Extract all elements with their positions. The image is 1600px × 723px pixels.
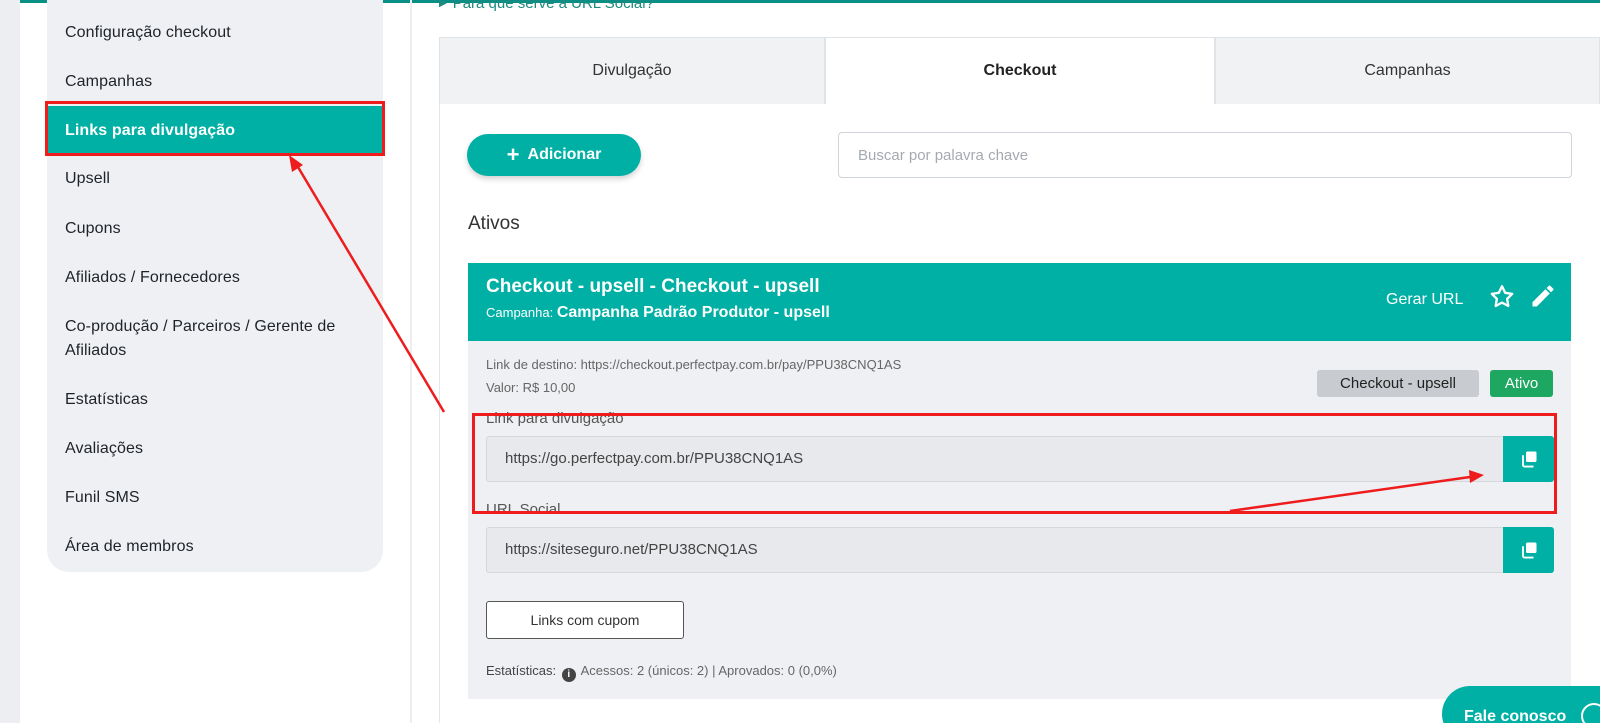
sidebar-item-coproducao[interactable]: Co-produção / Parceiros / Gerente de Afi… bbox=[65, 315, 355, 363]
fale-conosco-label: Fale conosco bbox=[1464, 708, 1567, 723]
stats-line: Estatísticas: i Acessos: 2 (únicos: 2) |… bbox=[486, 663, 837, 682]
sidebar: Configuração checkout Campanhas Links pa… bbox=[47, 0, 383, 572]
sidebar-item-upsell[interactable]: Upsell bbox=[65, 167, 365, 191]
links-com-cupom-button[interactable]: Links com cupom bbox=[486, 601, 684, 639]
card-campaign: Campanha: Campanha Padrão Produtor - ups… bbox=[486, 304, 830, 322]
tab-bar: Divulgação Checkout Campanhas bbox=[439, 37, 1600, 105]
sidebar-item-configuracao-checkout[interactable]: Configuração checkout bbox=[65, 21, 365, 45]
sidebar-item-avaliacoes[interactable]: Avaliações bbox=[65, 437, 365, 461]
link-destino-text: Link de destino: https://checkout.perfec… bbox=[486, 357, 902, 372]
tab-campanhas[interactable]: Campanhas bbox=[1215, 37, 1600, 105]
sidebar-item-funil-sms[interactable]: Funil SMS bbox=[65, 486, 365, 510]
valor-text: Valor: R$ 10,00 bbox=[486, 380, 576, 395]
tab-checkout[interactable]: Checkout bbox=[825, 37, 1215, 105]
info-icon[interactable]: i bbox=[561, 668, 576, 682]
add-button[interactable]: + Adicionar bbox=[467, 134, 641, 176]
star-icon[interactable] bbox=[1488, 283, 1516, 311]
pencil-icon[interactable] bbox=[1529, 282, 1557, 310]
fale-conosco-button[interactable]: Fale conosco bbox=[1442, 686, 1600, 723]
url-social-help-link[interactable]: ▶ Para que serve a URL Social? bbox=[439, 0, 654, 12]
campaign-prefix: Campanha: bbox=[486, 305, 554, 320]
campaign-name: Campanha Padrão Produtor - upsell bbox=[556, 304, 830, 321]
sidebar-item-area-membros[interactable]: Área de membros bbox=[65, 535, 365, 559]
section-title-ativos: Ativos bbox=[468, 213, 520, 234]
tab-divulgacao[interactable]: Divulgação bbox=[439, 37, 825, 105]
copy-url-social-button[interactable] bbox=[1503, 527, 1554, 573]
sidebar-divider bbox=[410, 0, 412, 723]
card-title: Checkout - upsell - Checkout - upsell bbox=[486, 276, 820, 297]
triangle-right-icon: ▶ bbox=[439, 0, 447, 9]
annotation-box-link-field bbox=[472, 413, 1557, 514]
checkout-card-body: Link de destino: https://checkout.perfec… bbox=[468, 341, 1571, 699]
url-social-field[interactable]: https://siteseguro.net/PPU38CNQ1AS bbox=[486, 527, 1554, 573]
sidebar-item-afiliados[interactable]: Afiliados / Fornecedores bbox=[65, 266, 365, 290]
add-button-label: Adicionar bbox=[527, 146, 602, 163]
copy-icon bbox=[1521, 542, 1536, 559]
stats-text: Acessos: 2 (únicos: 2) | Aprovados: 0 (0… bbox=[580, 663, 837, 678]
annotation-box-sidebar bbox=[45, 101, 385, 156]
help-link-label: Para que serve a URL Social? bbox=[452, 0, 654, 12]
search-input[interactable] bbox=[838, 132, 1572, 178]
sidebar-item-cupons[interactable]: Cupons bbox=[65, 217, 365, 241]
left-gutter bbox=[0, 0, 20, 723]
url-social-value: https://siteseguro.net/PPU38CNQ1AS bbox=[505, 541, 758, 558]
sidebar-item-estatisticas[interactable]: Estatísticas bbox=[65, 388, 365, 412]
stats-label: Estatísticas: bbox=[486, 663, 557, 678]
status-badge: Ativo bbox=[1490, 370, 1553, 397]
sidebar-item-campanhas[interactable]: Campanhas bbox=[65, 70, 365, 94]
gerar-url-button[interactable]: Gerar URL bbox=[1386, 291, 1463, 309]
checkout-badge: Checkout - upsell bbox=[1317, 370, 1479, 397]
plus-icon: + bbox=[506, 142, 520, 167]
checkout-card-header: Checkout - upsell - Checkout - upsell Ca… bbox=[468, 263, 1571, 341]
chat-bubble-icon bbox=[1581, 703, 1600, 723]
